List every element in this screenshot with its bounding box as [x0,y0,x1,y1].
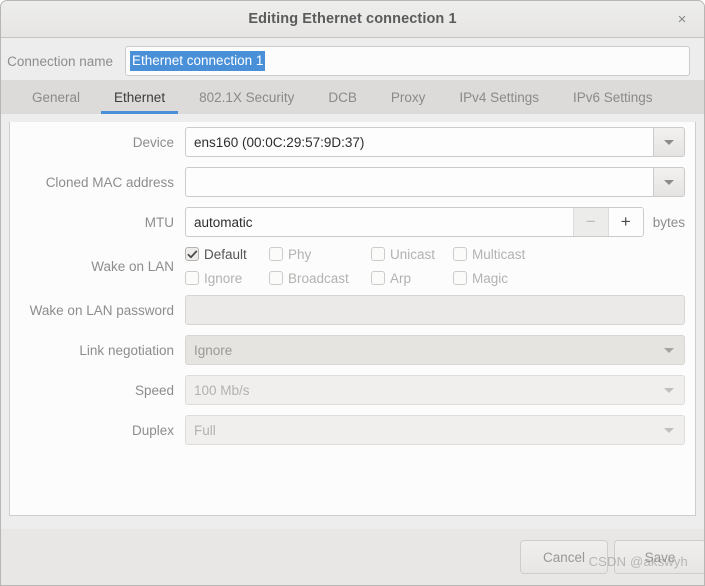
device-row: Device ens160 (00:0C:29:57:9D:37) [10,122,695,162]
wol-password-input[interactable] [185,295,685,325]
chevron-down-icon[interactable] [653,335,685,365]
duplex-value: Full [185,415,653,445]
checkbox-box [371,247,385,261]
speed-row: Speed 100 Mb/s [10,370,695,410]
wol-checkbox-unicast[interactable]: Unicast [371,247,453,262]
cloned-mac-label: Cloned MAC address [45,174,174,190]
tab-bar: General Ethernet 802.1X Security DCB Pro… [1,80,704,114]
dialog-footer: Cancel Save [1,529,704,585]
title-bar: Editing Ethernet connection 1 × [1,1,704,38]
chevron-down-icon[interactable] [653,167,685,197]
mtu-label: MTU [144,214,174,230]
speed-combo[interactable]: 100 Mb/s [185,375,685,405]
cloned-mac-combo[interactable] [185,167,685,197]
speed-label: Speed [134,382,174,398]
save-button[interactable]: Save [614,540,704,574]
link-negotiation-row: Link negotiation Ignore [10,330,695,370]
mtu-increment-button[interactable]: + [607,208,643,236]
checkbox-box [371,271,385,285]
connection-name-value: Ethernet connection 1 [130,51,266,71]
wol-checkbox-multicast[interactable]: Multicast [453,247,553,262]
window-title: Editing Ethernet connection 1 [248,11,457,27]
edit-connection-dialog: Editing Ethernet connection 1 × Connecti… [0,0,705,586]
chevron-down-icon[interactable] [653,415,685,445]
mtu-unit-label: bytes [652,214,685,230]
wake-on-lan-options: Default Phy Unicast Multicast Ignore Bro… [185,242,695,290]
link-negotiation-label: Link negotiation [79,342,174,358]
wake-on-lan-label: Wake on LAN [91,258,174,274]
tab-general[interactable]: General [15,80,97,114]
mtu-row: MTU automatic − + bytes [10,202,695,242]
tab-ipv6-settings[interactable]: IPv6 Settings [556,80,670,114]
wol-option-label: Unicast [390,246,436,262]
cancel-button[interactable]: Cancel [520,540,608,574]
wol-option-label: Default [204,246,247,262]
wol-option-label: Broadcast [288,270,349,286]
checkmark-icon [187,250,197,258]
wol-option-label: Arp [390,270,412,286]
chevron-down-icon[interactable] [653,375,685,405]
link-negotiation-value: Ignore [185,335,653,365]
wol-option-label: Magic [472,270,509,286]
cloned-mac-row: Cloned MAC address [10,162,695,202]
wol-checkbox-broadcast[interactable]: Broadcast [269,271,371,286]
connection-name-input[interactable]: Ethernet connection 1 [125,46,690,76]
wol-option-label: Ignore [204,270,243,286]
checkbox-box [185,271,199,285]
tab-8021x-security[interactable]: 802.1X Security [182,80,311,114]
tab-ethernet[interactable]: Ethernet [97,80,182,114]
wol-option-label: Phy [288,246,312,262]
device-combo[interactable]: ens160 (00:0C:29:57:9D:37) [185,127,685,157]
mtu-value[interactable]: automatic [186,208,573,236]
wol-checkbox-default[interactable]: Default [185,247,269,262]
connection-name-label: Connection name [7,53,113,69]
checkbox-box [453,271,467,285]
wol-option-label: Multicast [472,246,526,262]
wake-on-lan-row: Wake on LAN Default Phy Unicast Multicas… [10,242,695,290]
wol-password-label: Wake on LAN password [29,302,174,318]
mtu-decrement-button[interactable]: − [572,208,608,236]
wol-checkbox-phy[interactable]: Phy [269,247,371,262]
checkbox-box [269,247,283,261]
duplex-label: Duplex [131,422,174,438]
close-icon[interactable]: × [668,6,696,32]
wol-checkbox-magic[interactable]: Magic [453,271,553,286]
checkbox-box [269,271,283,285]
wol-password-row: Wake on LAN password [10,290,695,330]
chevron-down-icon[interactable] [653,127,685,157]
tab-proxy[interactable]: Proxy [374,80,443,114]
cloned-mac-value [185,167,653,197]
device-value: ens160 (00:0C:29:57:9D:37) [185,127,653,157]
checkbox-box [453,247,467,261]
tab-dcb[interactable]: DCB [311,80,374,114]
duplex-row: Duplex Full [10,410,695,450]
mtu-spinner[interactable]: automatic − + [185,207,644,237]
wol-checkbox-arp[interactable]: Arp [371,271,453,286]
ethernet-settings-panel: Device ens160 (00:0C:29:57:9D:37) Cloned… [9,122,696,516]
duplex-combo[interactable]: Full [185,415,685,445]
speed-value: 100 Mb/s [185,375,653,405]
connection-name-row: Connection name Ethernet connection 1 [1,42,704,80]
tab-ipv4-settings[interactable]: IPv4 Settings [442,80,556,114]
checkbox-box [185,247,199,261]
wol-checkbox-ignore[interactable]: Ignore [185,271,269,286]
device-label: Device [132,134,174,150]
link-negotiation-combo[interactable]: Ignore [185,335,685,365]
